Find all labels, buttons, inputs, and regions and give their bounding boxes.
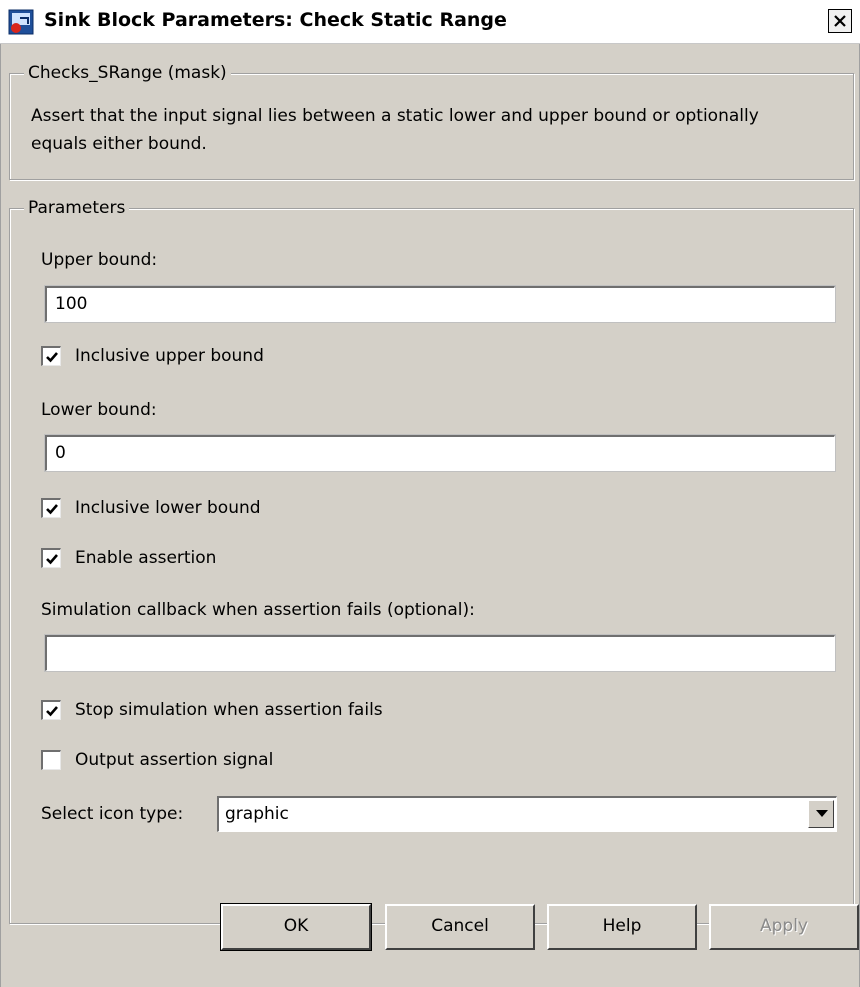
help-button[interactable]: Help	[547, 904, 697, 950]
cancel-button[interactable]: Cancel	[385, 904, 535, 950]
inclusive-lower-label: Inclusive lower bound	[75, 498, 261, 518]
close-icon	[834, 15, 846, 27]
icon-type-dropdown[interactable]: graphic	[217, 796, 837, 832]
title-bar: Sink Block Parameters: Check Static Rang…	[0, 0, 860, 44]
checkmark-icon	[46, 706, 58, 717]
upper-bound-input[interactable]: 100	[45, 286, 835, 322]
close-button[interactable]	[828, 9, 852, 33]
simulink-block-icon	[8, 9, 34, 35]
mask-description: Assert that the input signal lies betwee…	[31, 106, 759, 154]
icon-type-label: Select icon type:	[41, 804, 184, 824]
stop-simulation-checkbox[interactable]	[41, 700, 61, 720]
inclusive-lower-checkbox[interactable]	[41, 498, 61, 518]
output-assertion-label: Output assertion signal	[75, 750, 274, 770]
apply-button[interactable]: Apply	[709, 904, 859, 950]
upper-bound-label: Upper bound:	[41, 250, 158, 270]
enable-assertion-checkbox[interactable]	[41, 548, 61, 568]
lower-bound-label: Lower bound:	[41, 400, 157, 420]
parameters-legend: Parameters	[24, 197, 130, 219]
dialog-body: Checks_SRange (mask) Assert that the inp…	[0, 44, 860, 987]
stop-simulation-label: Stop simulation when assertion fails	[75, 700, 383, 720]
callback-input[interactable]	[45, 635, 835, 671]
window-title: Sink Block Parameters: Check Static Rang…	[44, 9, 507, 31]
icon-type-value: graphic	[225, 804, 289, 824]
callback-label: Simulation callback when assertion fails…	[41, 600, 475, 620]
ok-button[interactable]: OK	[220, 903, 372, 951]
lower-bound-input[interactable]: 0	[45, 435, 835, 471]
checkmark-icon	[46, 554, 58, 565]
inclusive-upper-checkbox[interactable]	[41, 346, 61, 366]
chevron-down-icon	[816, 810, 828, 817]
enable-assertion-label: Enable assertion	[75, 548, 217, 568]
mask-group-legend: Checks_SRange (mask)	[24, 62, 231, 84]
inclusive-upper-label: Inclusive upper bound	[75, 346, 264, 366]
dropdown-arrow-button[interactable]	[808, 800, 834, 828]
output-assertion-checkbox[interactable]	[41, 750, 61, 770]
checkmark-icon	[46, 352, 58, 363]
checkmark-icon	[46, 504, 58, 515]
